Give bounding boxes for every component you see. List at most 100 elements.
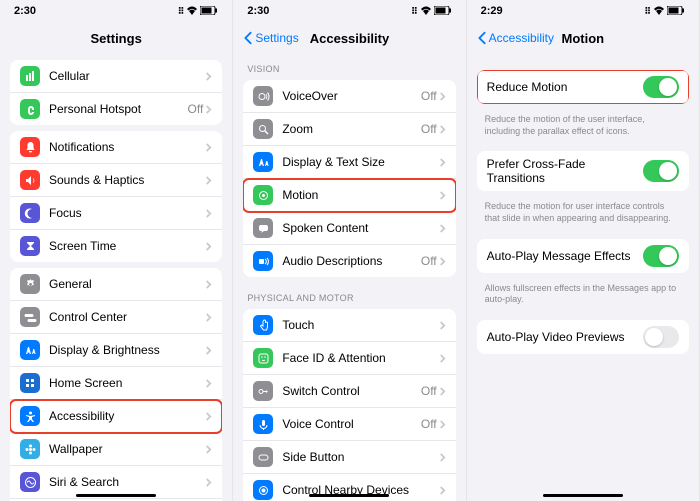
home-indicator[interactable] — [309, 494, 389, 497]
status-icons: ⠿ — [411, 6, 452, 17]
settings-group: Auto-Play Message Effects — [477, 239, 689, 273]
button-icon — [253, 447, 273, 467]
row-voiceover[interactable]: VoiceOver Off — [243, 80, 455, 113]
phone-motion: 2:29 ⠿ Accessibility Motion Reduce Motio… — [467, 0, 700, 501]
status-icons: ⠿ — [178, 6, 219, 17]
battery-icon — [434, 6, 452, 17]
settings-group: Prefer Cross-Fade Transitions — [477, 151, 689, 191]
chevron-right-icon — [205, 378, 212, 389]
chevron-right-icon — [205, 104, 212, 115]
row-label: Cellular — [49, 69, 205, 83]
status-bar: 2:29 ⠿ — [467, 0, 699, 22]
toggle-reduce-motion[interactable] — [643, 76, 679, 98]
hourglass-icon — [20, 236, 40, 256]
footer-note: Allows fullscreen effects in the Message… — [467, 279, 699, 314]
zoom-icon — [253, 119, 273, 139]
status-time: 2:29 — [481, 5, 503, 17]
faceid-icon — [253, 348, 273, 368]
home-indicator[interactable] — [76, 494, 156, 497]
bell-icon — [20, 137, 40, 157]
row-touch[interactable]: Touch — [243, 309, 455, 342]
page-title: Motion — [562, 31, 605, 46]
accessibility-list[interactable]: VISION VoiceOver Off Zoom Off Display & … — [233, 54, 465, 501]
row-label: Prefer Cross-Fade Transitions — [487, 157, 643, 185]
settings-list[interactable]: Cellular Personal Hotspot Off Notificati… — [0, 54, 232, 501]
chevron-right-icon — [439, 320, 446, 331]
row-focus[interactable]: Focus — [10, 197, 222, 230]
row-display-text-size[interactable]: Display & Text Size — [243, 146, 455, 179]
row-value: Off — [421, 417, 437, 431]
chevron-right-icon — [439, 223, 446, 234]
chevron-right-icon — [205, 279, 212, 290]
motion-list[interactable]: Reduce Motion Reduce the motion of the us… — [467, 54, 699, 501]
row-label: Auto-Play Message Effects — [487, 249, 643, 263]
row-cellular[interactable]: Cellular — [10, 60, 222, 93]
accessibility-icon — [20, 406, 40, 426]
row-face-id-attention[interactable]: Face ID & Attention — [243, 342, 455, 375]
row-switch-control[interactable]: Switch Control Off — [243, 375, 455, 408]
chevron-right-icon — [205, 312, 212, 323]
grid-icon — [20, 373, 40, 393]
row-auto-play-message-effects: Auto-Play Message Effects — [477, 239, 689, 273]
row-display-brightness[interactable]: Display & Brightness — [10, 334, 222, 367]
settings-group: Cellular Personal Hotspot Off — [10, 60, 222, 125]
row-voice-control[interactable]: Voice Control Off — [243, 408, 455, 441]
wifi-icon — [186, 6, 198, 17]
footer-note: Reduce the motion of the user interface,… — [467, 110, 699, 145]
phone-accessibility: 2:30 ⠿ Settings Accessibility VISION Voi… — [233, 0, 466, 501]
row-value: Off — [421, 254, 437, 268]
settings-group: Reduce Motion — [477, 70, 689, 104]
row-label: Notifications — [49, 140, 205, 154]
voiceover-icon — [253, 86, 273, 106]
row-label: Spoken Content — [282, 221, 438, 235]
switches-icon — [20, 307, 40, 327]
chevron-right-icon — [205, 142, 212, 153]
row-auto-play-video-previews: Auto-Play Video Previews — [477, 320, 689, 354]
chevron-right-icon — [439, 485, 446, 496]
row-wallpaper[interactable]: Wallpaper — [10, 433, 222, 466]
row-label: General — [49, 277, 205, 291]
row-personal-hotspot[interactable]: Personal Hotspot Off — [10, 93, 222, 125]
motion-icon — [253, 185, 273, 205]
audiodesc-icon — [253, 251, 273, 271]
row-label: Home Screen — [49, 376, 205, 390]
row-accessibility[interactable]: Accessibility — [10, 400, 222, 433]
switch-icon — [253, 381, 273, 401]
chevron-right-icon — [439, 91, 446, 102]
row-label: Sounds & Haptics — [49, 173, 205, 187]
settings-group: Touch Face ID & Attention Switch Control… — [243, 309, 455, 501]
page-title: Accessibility — [310, 31, 390, 46]
battery-icon — [200, 6, 218, 17]
row-zoom[interactable]: Zoom Off — [243, 113, 455, 146]
home-indicator[interactable] — [543, 494, 623, 497]
settings-group: Notifications Sounds & Haptics Focus Scr… — [10, 131, 222, 262]
row-label: Screen Time — [49, 239, 205, 253]
row-general[interactable]: General — [10, 268, 222, 301]
chevron-right-icon — [205, 477, 212, 488]
row-side-button[interactable]: Side Button — [243, 441, 455, 474]
toggle-prefer-cross-fade-transitions[interactable] — [643, 160, 679, 182]
status-icons: ⠿ — [644, 6, 685, 17]
row-screen-time[interactable]: Screen Time — [10, 230, 222, 262]
touch-icon — [253, 315, 273, 335]
row-audio-descriptions[interactable]: Audio Descriptions Off — [243, 245, 455, 277]
back-button[interactable]: Settings — [243, 31, 298, 45]
row-label: Side Button — [282, 450, 438, 464]
chevron-right-icon — [439, 386, 446, 397]
row-spoken-content[interactable]: Spoken Content — [243, 212, 455, 245]
row-sounds-haptics[interactable]: Sounds & Haptics — [10, 164, 222, 197]
nearby-icon — [253, 480, 273, 500]
row-label: Display & Brightness — [49, 343, 205, 357]
back-button[interactable]: Accessibility — [477, 31, 554, 45]
chevron-right-icon — [205, 71, 212, 82]
row-control-center[interactable]: Control Center — [10, 301, 222, 334]
row-motion[interactable]: Motion — [243, 179, 455, 212]
toggle-auto-play-message-effects[interactable] — [643, 245, 679, 267]
toggle-auto-play-video-previews[interactable] — [643, 326, 679, 348]
status-time: 2:30 — [14, 5, 36, 17]
settings-group: VoiceOver Off Zoom Off Display & Text Si… — [243, 80, 455, 277]
row-home-screen[interactable]: Home Screen — [10, 367, 222, 400]
status-bar: 2:30 ⠿ — [0, 0, 232, 22]
chevron-right-icon — [205, 175, 212, 186]
row-notifications[interactable]: Notifications — [10, 131, 222, 164]
